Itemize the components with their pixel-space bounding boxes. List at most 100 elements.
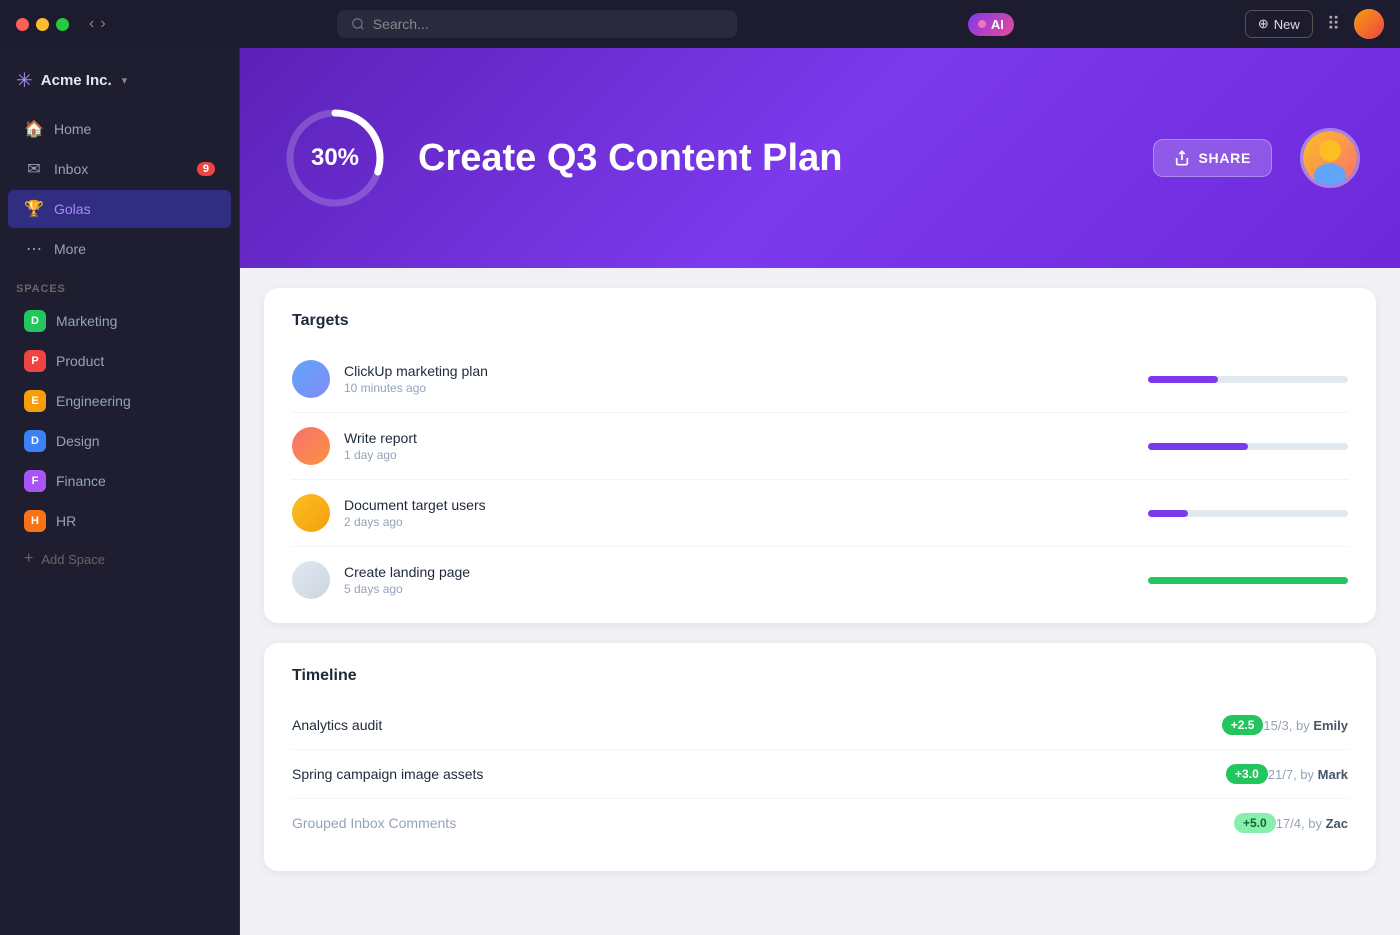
add-space-button[interactable]: + Add Space [8,542,231,576]
add-icon: + [24,550,33,568]
design-label: Design [56,433,100,449]
progress-bar-2 [1148,443,1348,450]
target-time-4: 5 days ago [344,582,1134,596]
target-item: Create landing page 5 days ago [292,547,1348,599]
sidebar-item-goals[interactable]: 🏆 Golas [8,190,231,228]
progress-ring: 30% [280,103,390,213]
target-avatar-1 [292,360,330,398]
goals-label: Golas [54,201,91,217]
timeline-by-3: Zac [1326,816,1348,831]
sidebar-item-more[interactable]: ⋯ More [8,230,231,268]
engineering-dot: E [24,390,46,412]
progress-bar-1 [1148,376,1348,383]
target-time-1: 10 minutes ago [344,381,1134,395]
topbar-right: ⊕ New ⠿ [1245,9,1384,39]
timeline-name-2: Spring campaign image assets [292,766,1216,782]
hero-avatar [1300,128,1360,188]
brand[interactable]: ✳ Acme Inc. ▾ [0,64,239,109]
hr-dot: H [24,510,46,532]
target-avatar-2 [292,427,330,465]
timeline-tag-2: +3.0 [1226,764,1268,784]
targets-title: Targets [292,312,1348,330]
maximize-window[interactable] [56,18,69,31]
ai-button[interactable]: AI [968,13,1014,36]
timeline-card: Timeline Analytics audit +2.5 15/3, by E… [264,643,1376,871]
share-label: SHARE [1198,150,1251,166]
sidebar-item-finance[interactable]: F Finance [8,462,231,500]
timeline-item: Spring campaign image assets +3.0 21/7, … [292,750,1348,799]
marketing-letter: D [31,315,39,327]
timeline-title: Timeline [292,667,1348,685]
user-avatar[interactable] [1354,9,1384,39]
sidebar-item-engineering[interactable]: E Engineering [8,382,231,420]
timeline-tag-1: +2.5 [1222,715,1264,735]
product-label: Product [56,353,104,369]
inbox-badge: 9 [197,162,215,176]
new-button[interactable]: ⊕ New [1245,10,1313,38]
sidebar-item-design[interactable]: D Design [8,422,231,460]
hero-banner: 30% Create Q3 Content Plan SHARE [240,48,1400,268]
sidebar: ✳ Acme Inc. ▾ 🏠 Home ✉ Inbox 9 🏆 Golas ⋯… [0,48,240,935]
timeline-name-3: Grouped Inbox Comments [292,815,1224,831]
forward-button[interactable]: › [100,15,105,33]
progress-fill-2 [1148,443,1248,450]
search-placeholder: Search... [373,16,429,32]
timeline-meta-2: 21/7, by Mark [1268,767,1348,782]
minimize-window[interactable] [36,18,49,31]
back-button[interactable]: ‹ [89,15,94,33]
target-name-4: Create landing page [344,564,1134,580]
sidebar-item-product[interactable]: P Product [8,342,231,380]
timeline-meta-1: 15/3, by Emily [1263,718,1348,733]
targets-card: Targets ClickUp marketing plan 10 minute… [264,288,1376,623]
hero-title: Create Q3 Content Plan [418,137,1125,180]
progress-bar-4 [1148,577,1348,584]
finance-letter: F [32,475,39,487]
nav-arrows: ‹ › [89,15,106,33]
product-letter: P [31,355,38,367]
target-time-2: 1 day ago [344,448,1134,462]
hero-avatar-image [1303,131,1357,185]
inbox-label: Inbox [54,161,88,177]
target-info-2: Write report 1 day ago [344,430,1134,462]
more-icon: ⋯ [24,239,44,259]
hr-letter: H [31,515,39,527]
sidebar-item-hr[interactable]: H HR [8,502,231,540]
grid-icon[interactable]: ⠿ [1327,14,1340,35]
target-avatar-4 [292,561,330,599]
progress-bar-3 [1148,510,1348,517]
target-name-1: ClickUp marketing plan [344,363,1134,379]
progress-fill-1 [1148,376,1218,383]
timeline-meta-3: 17/4, by Zac [1276,816,1348,831]
progress-fill-4 [1148,577,1348,584]
window-controls [16,18,69,31]
target-info-3: Document target users 2 days ago [344,497,1134,529]
more-label: More [54,241,86,257]
target-item: Document target users 2 days ago [292,480,1348,547]
new-label: New [1274,17,1300,32]
timeline-tag-3: +5.0 [1234,813,1276,833]
avatar-svg [1303,128,1357,188]
sidebar-item-marketing[interactable]: D Marketing [8,302,231,340]
target-time-3: 2 days ago [344,515,1134,529]
marketing-label: Marketing [56,313,117,329]
brand-name: Acme Inc. [41,72,112,89]
timeline-item: Analytics audit +2.5 15/3, by Emily [292,701,1348,750]
progress-fill-3 [1148,510,1188,517]
sidebar-item-inbox[interactable]: ✉ Inbox 9 [8,150,231,188]
progress-percent: 30% [311,144,359,172]
search-bar[interactable]: Search... [337,10,737,38]
target-name-2: Write report [344,430,1134,446]
add-space-label: Add Space [41,552,105,567]
target-avatar-3 [292,494,330,532]
timeline-by-2: Mark [1318,767,1348,782]
sidebar-item-home[interactable]: 🏠 Home [8,110,231,148]
target-item: Write report 1 day ago [292,413,1348,480]
target-info-4: Create landing page 5 days ago [344,564,1134,596]
home-label: Home [54,121,91,137]
timeline-name-1: Analytics audit [292,717,1212,733]
close-window[interactable] [16,18,29,31]
brand-icon: ✳ [16,68,33,93]
avatar-image [1354,9,1384,39]
topbar: ‹ › Search... AI ⊕ New ⠿ [0,0,1400,48]
share-button[interactable]: SHARE [1153,139,1272,177]
